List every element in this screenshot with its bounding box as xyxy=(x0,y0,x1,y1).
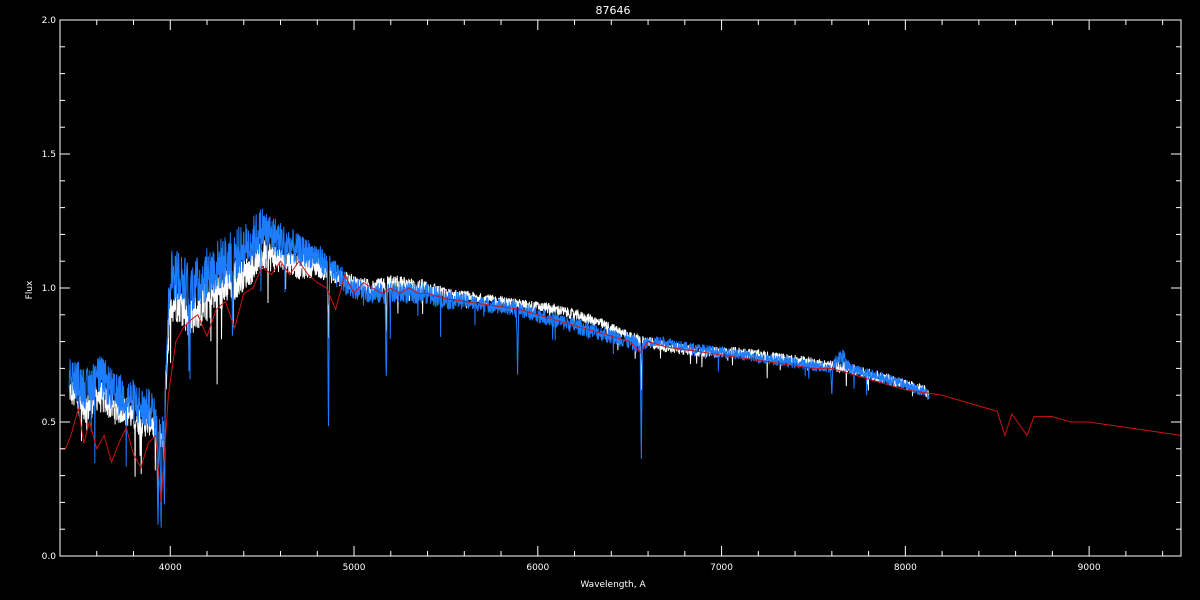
x-tick-label: 5000 xyxy=(343,563,366,573)
x-tick-label: 4000 xyxy=(159,563,182,573)
x-tick-label: 9000 xyxy=(1078,563,1101,573)
x-axis-label: Wavelength, A xyxy=(580,580,646,590)
y-tick-label: 0.0 xyxy=(42,552,57,562)
x-tick-label: 7000 xyxy=(710,563,733,573)
spectrum-chart: 87646 4000 5000 6000 7000 8000 9000 0.0 0.5 1.0 1… xyxy=(0,0,1200,600)
y-tick-label: 0.5 xyxy=(42,418,56,428)
y-tick-label: 1.5 xyxy=(42,150,56,160)
x-tick-label: 6000 xyxy=(526,563,549,573)
y-tick-label: 1.0 xyxy=(42,284,57,294)
chart-title: 87646 xyxy=(596,4,631,17)
y-axis-label: Flux xyxy=(25,280,35,299)
y-tick-label: 2.0 xyxy=(42,16,57,26)
x-tick-label: 8000 xyxy=(894,563,917,573)
